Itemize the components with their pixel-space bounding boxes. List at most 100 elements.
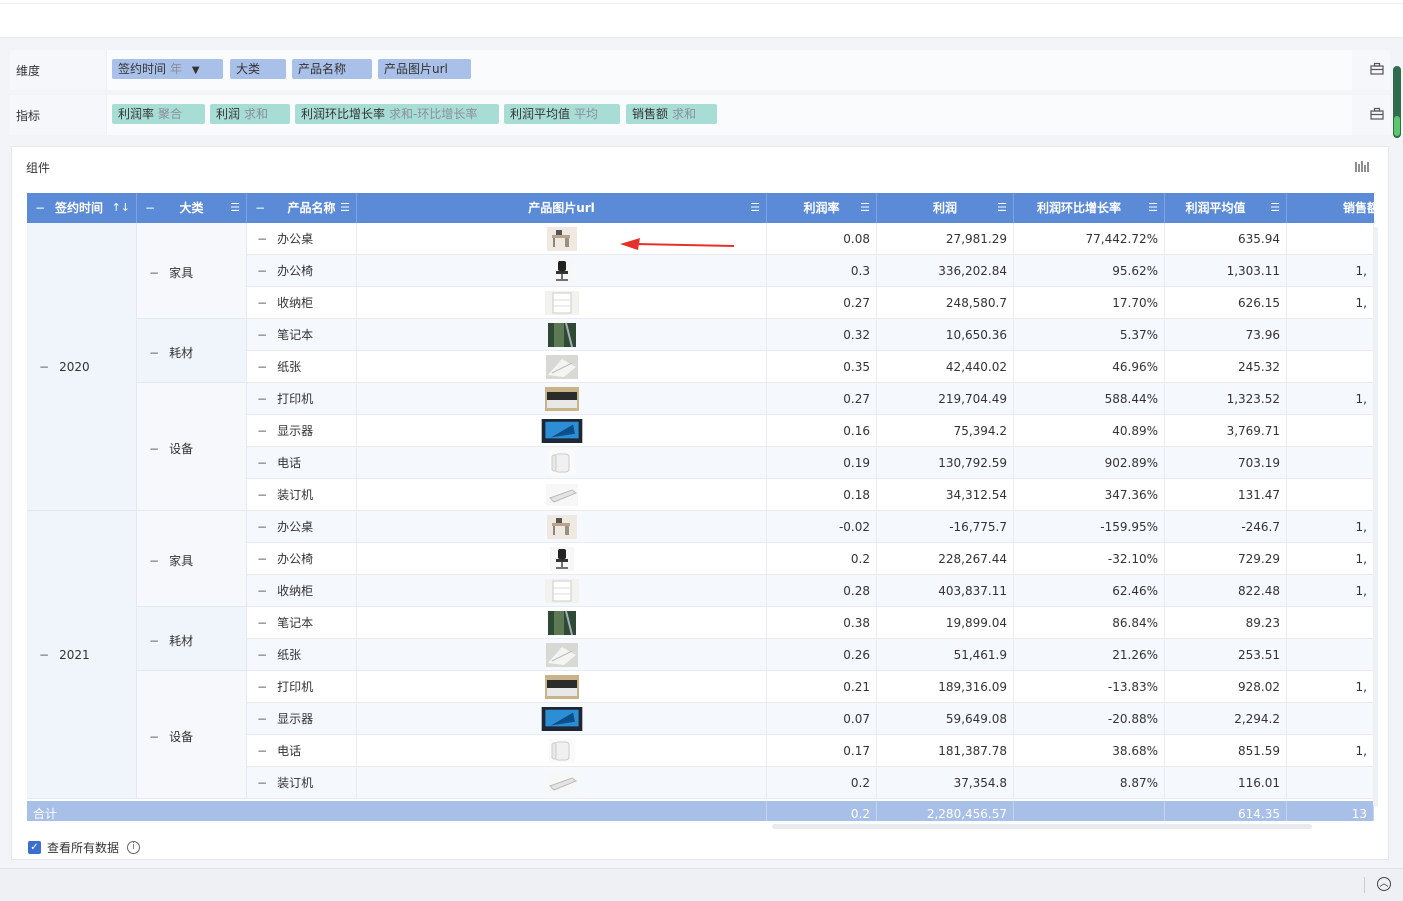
category-group[interactable]: − 家具 [137,223,247,319]
collapse-icon[interactable]: − [257,616,267,630]
product-name-cell[interactable]: − 装订机 [247,479,357,511]
metric-chip-profit[interactable]: 利润 求和 [210,104,290,124]
header-sign-time[interactable]: − 签约时间 ↑↓ [27,193,137,223]
product-name-cell[interactable]: − 笔记本 [247,607,357,639]
header-profit-avg[interactable]: 利润平均值 ☰ [1165,193,1287,223]
table-row[interactable]: − 办公桌 0.08 27,981.29 77,442.72% 635.94 [247,223,1374,255]
dimension-chip-product-name[interactable]: 产品名称 [292,59,372,79]
category-group[interactable]: − 耗材 [137,607,247,671]
table-row[interactable]: − 装订机 0.2 37,354.8 8.87% 116.01 [247,767,1374,799]
collapse-icon[interactable]: − [257,264,267,278]
collapse-up-icon[interactable]: ︿ [1377,877,1391,891]
dimension-chip-product-image[interactable]: 产品图片url [378,59,471,79]
product-name-cell[interactable]: − 办公桌 [247,511,357,543]
header-profit[interactable]: 利润 ☰ [877,193,1014,223]
collapse-icon[interactable]: − [257,488,267,502]
product-name-cell[interactable]: − 电话 [247,447,357,479]
product-name-cell[interactable]: − 显示器 [247,415,357,447]
collapse-icon[interactable]: − [255,193,265,223]
dimension-chip-category[interactable]: 大类 [230,59,286,79]
collapse-icon[interactable]: − [257,424,267,438]
table-row[interactable]: − 办公椅 0.3 336,202.84 95.62% 1,303.11 1, [247,255,1374,287]
page-scrollbar[interactable] [1393,66,1401,138]
collapse-icon[interactable]: − [257,456,267,470]
table-row[interactable]: − 办公桌 -0.02 -16,775.7 -159.95% -246.7 1, [247,511,1374,543]
sort-icon[interactable]: ☰ [750,193,760,223]
product-name-cell[interactable]: − 打印机 [247,671,357,703]
collapse-icon[interactable]: − [39,360,49,374]
table-row[interactable]: − 显示器 0.07 59,649.08 -20.88% 2,294.2 [247,703,1374,735]
filter-icon[interactable]: ▼ [192,65,200,76]
collapse-icon[interactable]: − [39,648,49,662]
collapse-icon[interactable]: − [149,730,159,744]
product-name-cell[interactable]: − 打印机 [247,383,357,415]
product-name-cell[interactable]: − 办公桌 [247,223,357,255]
collapse-icon[interactable]: − [149,634,159,648]
table-row[interactable]: − 打印机 0.27 219,704.49 588.44% 1,323.52 1, [247,383,1374,415]
category-group[interactable]: − 家具 [137,511,247,607]
header-margin[interactable]: 利润率 ☰ [767,193,877,223]
year-group-2020[interactable]: −2020 [27,223,137,511]
table-row[interactable]: − 纸张 0.35 42,440.02 46.96% 245.32 [247,351,1374,383]
collapse-icon[interactable]: − [257,232,267,246]
collapse-icon[interactable]: − [149,346,159,360]
table-row[interactable]: − 电话 0.19 130,792.59 902.89% 703.19 [247,447,1374,479]
metric-chip-margin[interactable]: 利润率 聚合 [112,104,205,124]
product-name-cell[interactable]: − 笔记本 [247,319,357,351]
chart-type-icon[interactable] [1354,159,1370,175]
collapse-icon[interactable]: − [257,680,267,694]
dimension-chip-sign-time[interactable]: 签约时间年 ▼ [112,59,223,79]
metric-chip-sales[interactable]: 销售额 求和 [626,104,717,124]
collapse-icon[interactable]: − [257,744,267,758]
header-category[interactable]: − 大类 ☰ [137,193,247,223]
checkbox-checked-icon[interactable]: ✓ [28,841,41,854]
metric-chip-profit-growth[interactable]: 利润环比增长率 求和-环比增长率 [295,104,499,124]
toolbox-icon[interactable] [1370,62,1384,76]
header-profit-growth[interactable]: 利润环比增长率 ☰ [1014,193,1165,223]
table-vertical-scrollbar[interactable] [1373,227,1378,807]
table-row[interactable]: − 笔记本 0.32 10,650.36 5.37% 73.96 [247,319,1374,351]
product-name-cell[interactable]: − 办公椅 [247,255,357,287]
category-group[interactable]: − 耗材 [137,319,247,383]
table-row[interactable]: − 打印机 0.21 189,316.09 -13.83% 928.02 1, [247,671,1374,703]
header-product-image[interactable]: 产品图片url ☰ [357,193,767,223]
collapse-icon[interactable]: − [149,442,159,456]
sort-asc-icon[interactable]: ↑↓ [112,193,130,223]
table-row[interactable]: − 笔记本 0.38 19,899.04 86.84% 89.23 [247,607,1374,639]
product-name-cell[interactable]: − 收纳柜 [247,575,357,607]
collapse-icon[interactable]: − [257,392,267,406]
product-name-cell[interactable]: − 纸张 [247,351,357,383]
collapse-icon[interactable]: − [257,552,267,566]
product-name-cell[interactable]: − 显示器 [247,703,357,735]
sort-icon[interactable]: ☰ [860,193,870,223]
product-name-cell[interactable]: − 办公椅 [247,543,357,575]
sort-icon[interactable]: ☰ [1270,193,1280,223]
table-horizontal-scrollbar[interactable] [772,824,1312,829]
table-row[interactable]: − 装订机 0.18 34,312.54 347.36% 131.47 [247,479,1374,511]
sort-icon[interactable]: ☰ [1148,193,1158,223]
collapse-icon[interactable]: − [257,360,267,374]
collapse-icon[interactable]: − [257,712,267,726]
product-name-cell[interactable]: − 纸张 [247,639,357,671]
collapse-icon[interactable]: − [257,776,267,790]
collapse-icon[interactable]: − [257,328,267,342]
collapse-icon[interactable]: − [257,584,267,598]
collapse-icon[interactable]: − [257,648,267,662]
view-all-data-checkbox[interactable]: ✓ 查看所有数据 i [28,839,141,856]
product-name-cell[interactable]: − 电话 [247,735,357,767]
product-name-cell[interactable]: − 装订机 [247,767,357,799]
collapse-icon[interactable]: − [149,554,159,568]
header-product-name[interactable]: − 产品名称 ☰ [247,193,357,223]
toolbox-icon[interactable] [1370,107,1384,121]
collapse-icon[interactable]: − [149,266,159,280]
sort-icon[interactable]: ☰ [340,193,350,223]
info-icon[interactable]: i [127,841,141,854]
table-row[interactable]: − 收纳柜 0.28 403,837.11 62.46% 822.48 1, [247,575,1374,607]
collapse-icon[interactable]: − [257,520,267,534]
sort-icon[interactable]: ☰ [230,193,240,223]
table-row[interactable]: − 办公椅 0.2 228,267.44 -32.10% 729.29 1, [247,543,1374,575]
category-group[interactable]: − 设备 [137,383,247,511]
year-group-2021[interactable]: −2021 [27,511,137,799]
product-name-cell[interactable]: − 收纳柜 [247,287,357,319]
collapse-icon[interactable]: − [257,296,267,310]
